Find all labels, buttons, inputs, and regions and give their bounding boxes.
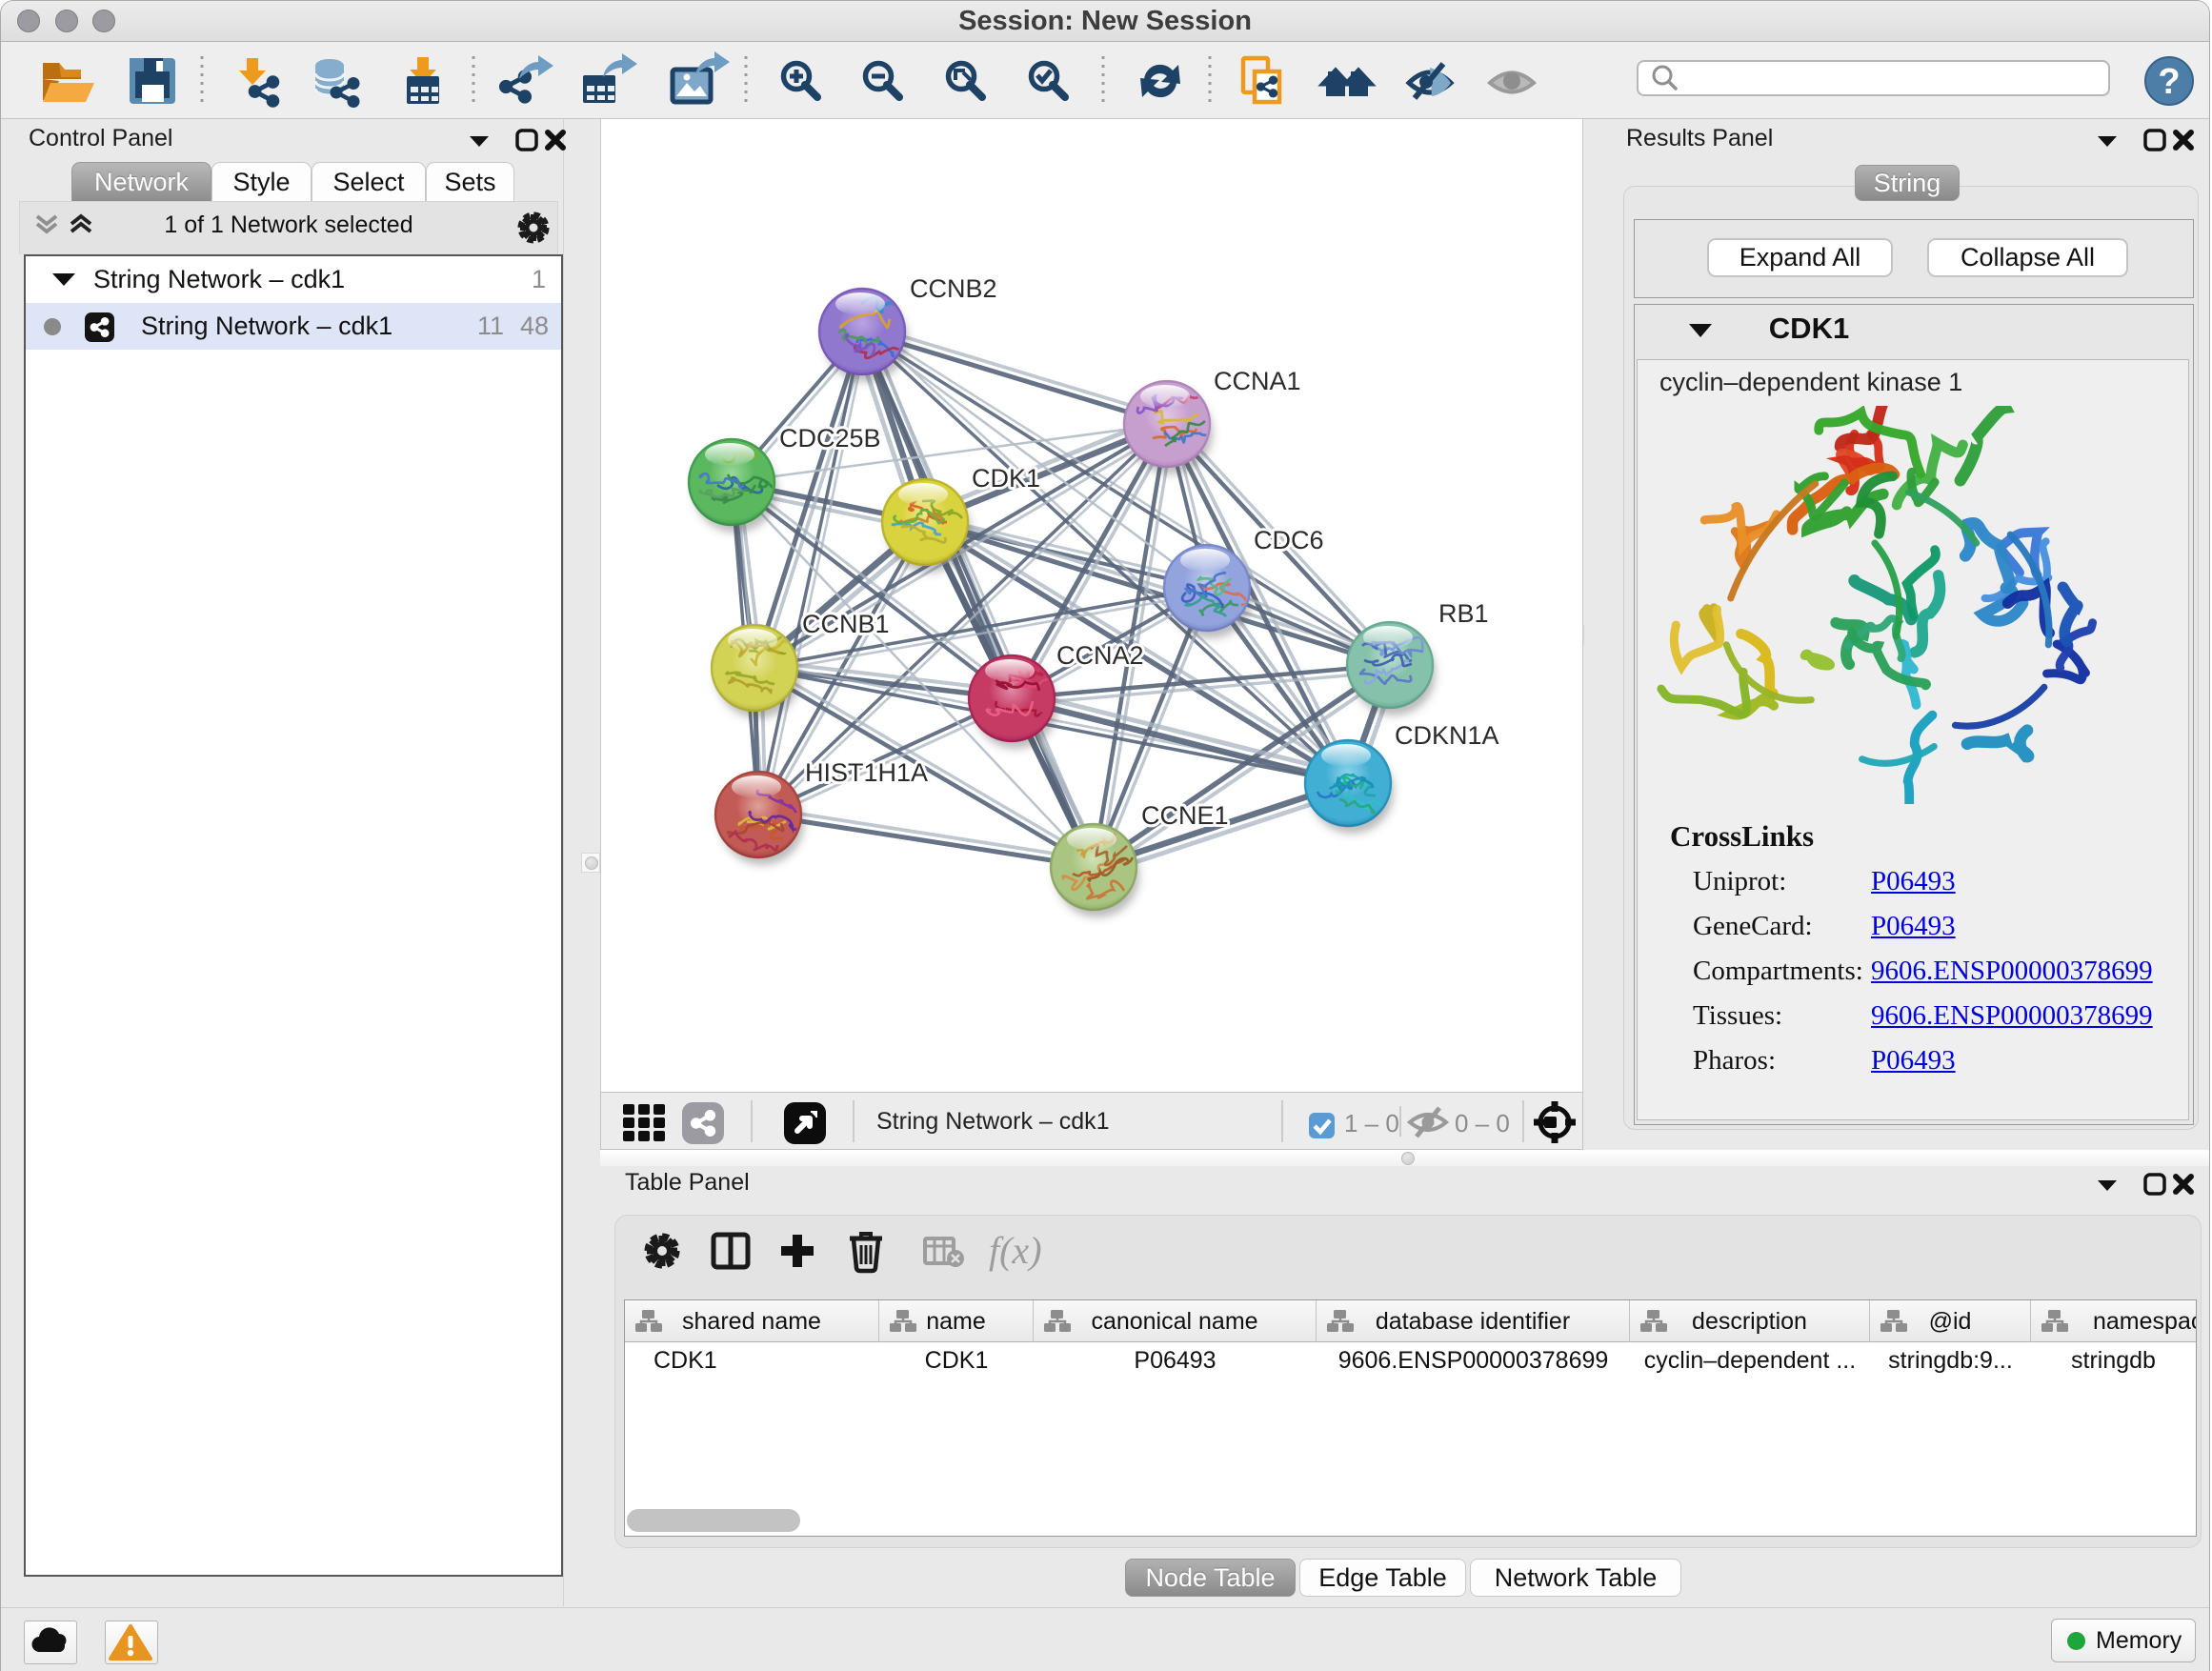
- svg-text:CDKN1A: CDKN1A: [1395, 721, 1499, 750]
- svg-text:CCNB1: CCNB1: [802, 610, 890, 638]
- svg-text:HIST1H1A: HIST1H1A: [805, 758, 928, 787]
- svg-text:?: ?: [2158, 62, 2180, 102]
- svg-text:CCNE1: CCNE1: [1141, 801, 1229, 830]
- svg-text:CCNA2: CCNA2: [1056, 641, 1144, 670]
- svg-text:RB1: RB1: [1438, 599, 1489, 628]
- svg-text:CDC25B: CDC25B: [779, 424, 881, 453]
- svg-text:CCNA1: CCNA1: [1214, 367, 1301, 395]
- svg-text:CDK1: CDK1: [972, 464, 1040, 493]
- svg-text:f(x): f(x): [989, 1229, 1042, 1272]
- svg-text:CCNB2: CCNB2: [910, 274, 997, 303]
- svg-text:CDC6: CDC6: [1254, 526, 1324, 554]
